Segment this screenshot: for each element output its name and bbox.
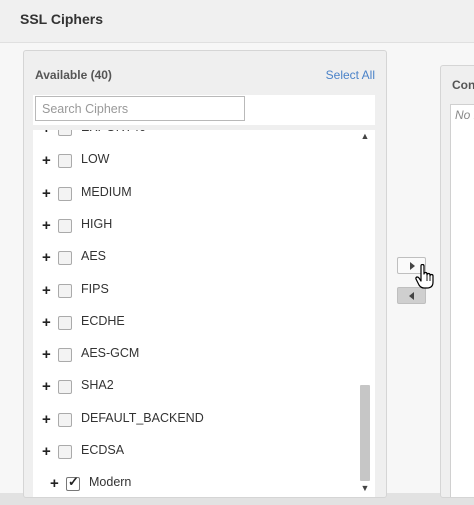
configured-title: Configured — [452, 78, 474, 92]
configured-empty-text: No items — [455, 108, 474, 122]
cipher-item[interactable]: + ECDSA — [33, 442, 353, 464]
cipher-label: FIPS — [81, 282, 109, 296]
cipher-item[interactable]: + AES — [33, 248, 353, 270]
plus-icon[interactable]: + — [42, 152, 51, 169]
cipher-checkbox[interactable] — [58, 219, 72, 233]
plus-icon[interactable]: + — [42, 282, 51, 299]
scroll-up-icon[interactable]: ▲ — [360, 131, 370, 143]
cipher-checkbox[interactable] — [58, 154, 72, 168]
plus-icon[interactable]: + — [50, 475, 59, 492]
cipher-item[interactable]: + SHA2 — [33, 377, 353, 399]
cipher-label: AES-GCM — [81, 346, 140, 360]
scroll-down-icon[interactable]: ▼ — [360, 483, 370, 495]
cipher-label: MEDIUM — [81, 185, 132, 199]
cipher-item[interactable]: + HIGH — [33, 216, 353, 238]
cipher-item[interactable]: + EXPORT40 — [33, 130, 353, 141]
cipher-item[interactable]: + ECDHE — [33, 313, 353, 335]
cipher-label: EXPORT40 — [81, 130, 146, 134]
plus-icon[interactable]: + — [42, 346, 51, 363]
plus-icon[interactable]: + — [42, 314, 51, 331]
scrollbar-thumb[interactable] — [360, 385, 370, 481]
select-all-link[interactable]: Select All — [326, 68, 375, 82]
cipher-label: ECDSA — [81, 443, 125, 457]
cipher-checkbox[interactable] — [58, 316, 72, 330]
checkmark-icon: ✓ — [68, 474, 79, 489]
cipher-item[interactable]: + AES-GCM — [33, 345, 353, 367]
cipher-list[interactable]: + EXPORT40 + LOW + MEDIUM + HIGH + AES + FIPS + ECDHE… — [33, 130, 375, 497]
cipher-checkbox[interactable] — [58, 187, 72, 201]
cipher-item[interactable]: + MEDIUM — [33, 184, 353, 206]
triangle-left-icon — [409, 292, 414, 300]
cipher-item[interactable]: + ✓ Modern — [33, 474, 353, 496]
cipher-checkbox[interactable] — [58, 251, 72, 265]
cipher-label: AES — [81, 249, 107, 263]
cipher-checkbox[interactable] — [58, 130, 72, 136]
page-header: SSL Ciphers — [0, 0, 474, 43]
plus-icon[interactable]: + — [42, 411, 51, 428]
cipher-checkbox[interactable] — [58, 284, 72, 298]
cipher-label: HIGH — [81, 217, 113, 231]
cipher-label: ECDHE — [81, 314, 125, 328]
cipher-checkbox[interactable] — [58, 413, 72, 427]
cipher-item[interactable]: + LOW — [33, 151, 353, 173]
cipher-checkbox[interactable]: ✓ — [66, 474, 80, 491]
cipher-item[interactable]: + DEFAULT_BACKEND — [33, 410, 353, 432]
search-ciphers-input[interactable] — [35, 96, 245, 121]
search-container — [33, 95, 375, 125]
plus-icon[interactable]: + — [42, 130, 51, 137]
configured-list[interactable]: No items — [450, 104, 474, 497]
available-panel: Available (40) Select All +EXPORT40+LOW+… — [23, 50, 387, 498]
cipher-label: DEFAULT_BACKEND — [81, 411, 204, 425]
cipher-checkbox[interactable] — [58, 348, 72, 362]
cipher-label: SHA2 — [81, 378, 114, 392]
plus-icon[interactable]: + — [42, 443, 51, 460]
plus-icon[interactable]: + — [42, 185, 51, 202]
configured-panel: Configured No items — [440, 65, 474, 498]
plus-icon[interactable]: + — [42, 249, 51, 266]
hand-pointer-icon — [415, 264, 434, 289]
cipher-checkbox[interactable] — [58, 445, 72, 459]
available-title: Available (40) — [35, 68, 112, 82]
plus-icon[interactable]: + — [42, 378, 51, 395]
cipher-label: Modern — [89, 475, 132, 489]
cipher-item[interactable]: + FIPS — [33, 281, 353, 303]
cipher-label: LOW — [81, 152, 110, 166]
page-title: SSL Ciphers — [20, 11, 103, 27]
plus-icon[interactable]: + — [42, 217, 51, 234]
cipher-checkbox[interactable] — [58, 380, 72, 394]
